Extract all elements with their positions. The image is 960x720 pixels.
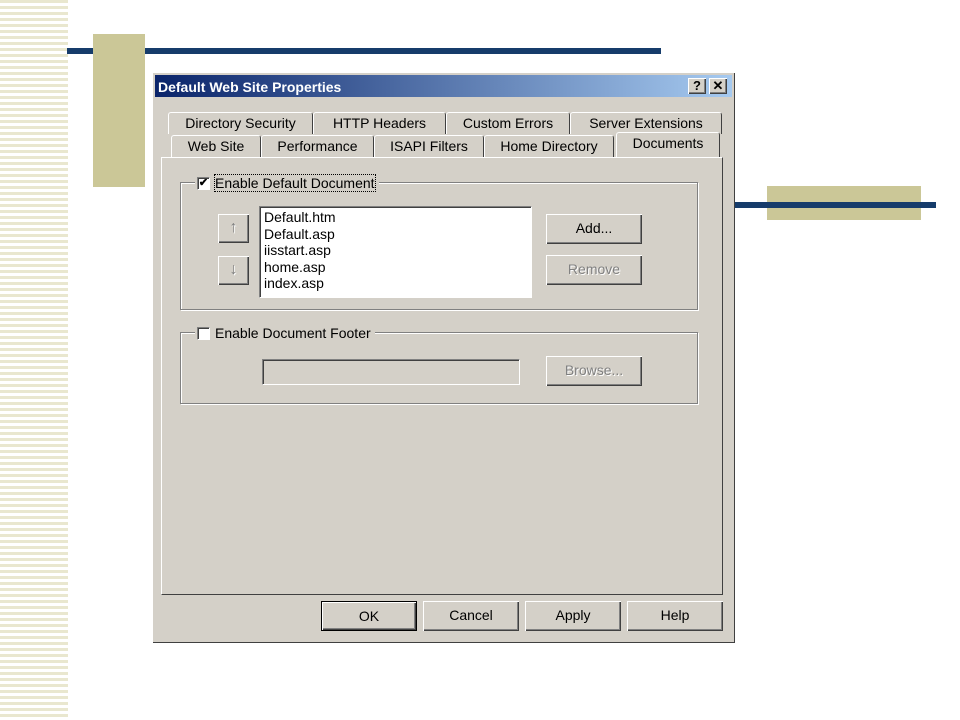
list-item[interactable]: index.asp xyxy=(264,275,527,292)
enable-document-footer-checkbox[interactable] xyxy=(197,326,210,340)
ok-button[interactable]: OK xyxy=(321,601,417,631)
dialog-title: Default Web Site Properties xyxy=(158,79,342,95)
tab-http-headers[interactable]: HTTP Headers xyxy=(313,112,446,134)
slide-accent-rule-right xyxy=(733,202,936,208)
enable-default-document-label[interactable]: Enable Default Document xyxy=(214,174,376,192)
tab-directory-security[interactable]: Directory Security xyxy=(168,112,313,134)
default-documents-list[interactable]: Default.htm Default.asp iisstart.asp hom… xyxy=(259,206,532,298)
apply-button[interactable]: Apply xyxy=(525,601,621,631)
tab-server-extensions[interactable]: Server Extensions xyxy=(570,112,722,134)
list-item[interactable]: home.asp xyxy=(264,259,527,276)
slide-stripe-decoration xyxy=(0,0,68,720)
dialog-titlebar[interactable]: Default Web Site Properties ? ✕ xyxy=(155,75,732,97)
list-item[interactable]: Default.asp xyxy=(264,226,527,243)
default-document-legend: ✔ Enable Default Document xyxy=(195,174,379,192)
help-icon[interactable]: ? xyxy=(688,78,706,94)
tab-documents[interactable]: Documents xyxy=(616,132,720,157)
footer-path-field[interactable] xyxy=(262,359,520,385)
tab-performance[interactable]: Performance xyxy=(261,135,374,157)
browse-button[interactable]: Browse... xyxy=(546,356,642,386)
arrow-down-icon: ↓ xyxy=(229,261,238,278)
list-item[interactable]: Default.htm xyxy=(264,209,527,226)
move-up-button[interactable]: ↑ xyxy=(218,214,249,243)
tab-web-site[interactable]: Web Site xyxy=(171,135,261,157)
slide-title-rule xyxy=(67,48,661,54)
cancel-button[interactable]: Cancel xyxy=(423,601,519,631)
help-button[interactable]: Help xyxy=(627,601,723,631)
slide-accent-block xyxy=(93,34,145,187)
tab-isapi-filters[interactable]: ISAPI Filters xyxy=(374,135,484,157)
close-icon[interactable]: ✕ xyxy=(709,78,727,94)
document-footer-legend: Enable Document Footer xyxy=(195,325,375,341)
move-down-button[interactable]: ↓ xyxy=(218,256,249,285)
list-item[interactable]: iisstart.asp xyxy=(264,242,527,259)
tab-custom-errors[interactable]: Custom Errors xyxy=(446,112,570,134)
enable-default-document-checkbox[interactable]: ✔ xyxy=(197,176,210,190)
enable-document-footer-label[interactable]: Enable Document Footer xyxy=(215,325,371,341)
arrow-up-icon: ↑ xyxy=(229,219,238,236)
properties-dialog: Default Web Site Properties ? ✕ Director… xyxy=(152,72,735,643)
remove-document-button[interactable]: Remove xyxy=(546,255,642,285)
tab-home-directory[interactable]: Home Directory xyxy=(484,135,614,157)
add-document-button[interactable]: Add... xyxy=(546,214,642,244)
